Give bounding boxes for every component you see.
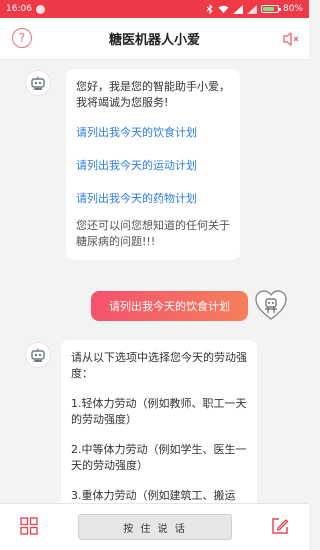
robot-icon [31, 348, 45, 362]
signal-icon-2 [246, 4, 257, 14]
user-avatar [255, 290, 287, 320]
bluetooth-icon [206, 4, 213, 14]
battery-icon [260, 5, 281, 13]
battery-percent: 80% [282, 4, 303, 14]
status-bar: 16:06 80% [0, 0, 309, 18]
hold-to-talk-button[interactable]: 按 住 说 话 [78, 514, 232, 540]
intensity-option-light[interactable]: 1.轻体力劳动（例如教师、职工一天的劳动强度） [71, 396, 247, 428]
header: ? 糖医机器人小爱 [0, 18, 309, 60]
robot-icon [31, 76, 45, 90]
grid-menu-icon[interactable] [20, 517, 38, 535]
bot-message-intensity: 请从以下选项中选择您今天的劳动强度： 1.轻体力劳动（例如教师、职工一天的劳动强… [61, 340, 257, 503]
bot-avatar [25, 70, 51, 96]
user-message: 请列出我今天的饮食计划 [91, 291, 248, 321]
bot-footer-note: 您还可以问您想知道的任何关于糖尿病的问题!!! [76, 219, 230, 248]
battery-level [262, 7, 274, 11]
intensity-option-medium[interactable]: 2.中等体力劳动（例如学生、医生一天的劳动强度） [71, 442, 247, 474]
status-right: 80% [206, 4, 303, 14]
signal-icon [232, 4, 243, 14]
suggestion-link-exercise[interactable]: 请列出我今天的运动计划 [76, 158, 230, 174]
suggestion-link-diet[interactable]: 请列出我今天的饮食计划 [76, 125, 230, 141]
status-time: 16:06 [6, 4, 32, 14]
edit-icon[interactable] [270, 516, 290, 536]
notification-icon [35, 4, 45, 14]
bottom-bar: 按 住 说 话 [0, 503, 309, 550]
bot-greeting: 您好，我是您的智能助手小爱，我将竭诚为您服务! [76, 80, 230, 109]
bot-message-welcome: 您好，我是您的智能助手小爱，我将竭诚为您服务! 请列出我今天的饮食计划 请列出我… [66, 69, 240, 260]
intensity-option-heavy[interactable]: 3.重体力劳动（例如建筑工、搬运工、农民等一天的劳动强度） [71, 488, 247, 503]
suggestion-link-medicine[interactable]: 请列出我今天的药物计划 [76, 191, 230, 207]
question-icon[interactable]: ? [12, 28, 32, 48]
intensity-intro: 请从以下选项中选择您今天的劳动强度： [71, 351, 247, 380]
speaker-mute-icon[interactable] [281, 29, 301, 49]
chat-area[interactable]: 您好，我是您的智能助手小爱，我将竭诚为您服务! 请列出我今天的饮食计划 请列出我… [0, 60, 309, 503]
bot-avatar-2 [25, 342, 51, 368]
page-title: 糖医机器人小爱 [108, 33, 200, 48]
wifi-icon [218, 5, 229, 13]
